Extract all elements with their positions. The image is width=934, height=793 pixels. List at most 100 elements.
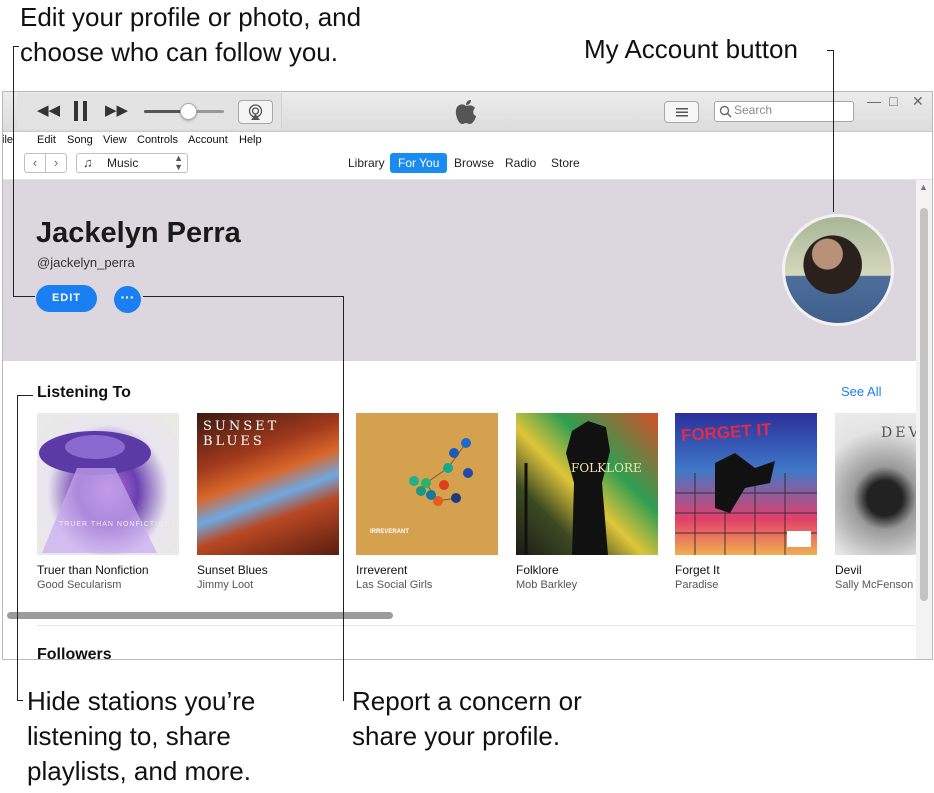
album-artist[interactable]: Las Social Girls [356, 579, 498, 591]
callout-hide-stations: Hide stations you’re listening to, share… [27, 684, 255, 789]
album-artist[interactable]: Mob Barkley [516, 579, 658, 591]
horizontal-scrollbar[interactable] [7, 612, 393, 619]
search-icon [719, 105, 732, 118]
more-options-button[interactable]: ··· [114, 286, 141, 313]
list-icon [676, 108, 688, 117]
callout-my-account: My Account button [584, 34, 798, 64]
vertical-scrollbar-thumb[interactable] [920, 208, 928, 601]
airplay-icon [248, 104, 263, 120]
profile-handle: @jackelyn_perra [37, 255, 135, 270]
section-divider [37, 625, 916, 626]
profile-header: Jackelyn Perra @jackelyn_perra EDIT ··· [3, 180, 916, 361]
followers-heading: Followers [37, 646, 112, 659]
menu-help[interactable]: Help [239, 134, 262, 146]
callout-line: playlists, and more. [27, 756, 251, 786]
back-button[interactable]: ‹ [24, 153, 46, 173]
playback-controls: ◀◀ ▶▶ [17, 93, 282, 129]
album-art-text: IRREVERANT [370, 529, 410, 535]
callout-connector [13, 46, 19, 47]
callout-connector [17, 395, 18, 701]
see-all-link[interactable]: See All [841, 384, 881, 399]
rewind-icon[interactable]: ◀◀ [37, 101, 60, 119]
callout-line: listening to, share [27, 721, 231, 751]
updown-chevron-icon: ▲ ▼ [174, 153, 183, 172]
album-art-text: FOLKLORE [571, 461, 642, 475]
album-art[interactable]: IRREVERANT [356, 413, 498, 555]
album-item[interactable]: FOLKLORE Folklore Mob Barkley [516, 413, 658, 591]
for-you-profile-page: Jackelyn Perra @jackelyn_perra EDIT ··· … [3, 180, 916, 659]
callout-line: Edit your profile or photo, and [20, 2, 362, 32]
fast-forward-icon[interactable]: ▶▶ [105, 101, 128, 119]
album-title[interactable]: Sunset Blues [197, 563, 339, 577]
pause-icon[interactable] [74, 101, 88, 126]
edit-profile-button[interactable]: EDIT [36, 285, 97, 312]
album-title[interactable]: Irreverent [356, 563, 498, 577]
callout-line: Report a concern or [352, 686, 582, 716]
callout-line: Hide stations you’re [27, 686, 256, 716]
profile-name: Jackelyn Perra [36, 217, 241, 249]
album-title[interactable]: Truer than Nonfiction [37, 563, 179, 577]
tab-browse[interactable]: Browse [446, 153, 502, 173]
menu-edit[interactable]: Edit [37, 134, 56, 146]
callout-line: choose who can follow you. [20, 37, 338, 67]
media-kind-select[interactable]: ♫ Music ▲ ▼ [76, 153, 188, 173]
album-art[interactable]: DEVIL [835, 413, 916, 555]
album-item[interactable]: SUNSET BLUES Sunset Blues Jimmy Loot [197, 413, 339, 591]
album-item[interactable]: IRREVERANT Irreverent Las Social Girls [356, 413, 498, 591]
album-art[interactable]: TRUER THAN NONFICTION [37, 413, 179, 555]
tab-library[interactable]: Library [340, 153, 393, 173]
callout-connector [143, 296, 344, 297]
album-item[interactable]: FORGET IT Forget It Paradise [675, 413, 817, 591]
callout-connector [13, 296, 35, 297]
album-item[interactable]: DEVIL Devil Sally McFenson [835, 413, 916, 591]
forward-button[interactable]: › [45, 153, 67, 173]
album-art[interactable]: FOLKLORE [516, 413, 658, 555]
maximize-icon[interactable]: □ [889, 93, 897, 109]
album-artist[interactable]: Jimmy Loot [197, 579, 339, 591]
callout-connector [833, 50, 834, 212]
close-icon[interactable]: ✕ [912, 93, 924, 110]
callout-connector [17, 700, 23, 701]
album-art[interactable]: SUNSET BLUES [197, 413, 339, 555]
music-note-icon: ♫ [83, 155, 93, 170]
menu-view[interactable]: View [103, 134, 127, 146]
album-item[interactable]: TRUER THAN NONFICTION Truer than Nonfict… [37, 413, 179, 591]
album-art-text: TRUER THAN NONFICTION [59, 521, 171, 528]
apple-logo-icon [455, 100, 476, 124]
tab-for-you[interactable]: For You [390, 153, 448, 173]
tab-store[interactable]: Store [543, 153, 588, 173]
album-title[interactable]: Forget It [675, 563, 817, 577]
album-artist[interactable]: Good Secularism [37, 579, 179, 591]
navigation-bar: ‹ › ♫ Music ▲ ▼ Library For You Browse Ra… [3, 150, 932, 180]
callout-line: share your profile. [352, 721, 561, 751]
callout-connector [17, 395, 33, 396]
volume-knob[interactable] [180, 103, 197, 120]
up-next-button[interactable] [664, 101, 699, 123]
album-art[interactable]: FORGET IT [675, 413, 817, 555]
album-artist[interactable]: Sally McFenson [835, 579, 916, 591]
menu-song[interactable]: Song [67, 134, 93, 146]
album-title[interactable]: Devil [835, 563, 916, 577]
callout-report: Report a concern or share your profile. [352, 684, 582, 754]
title-bar: ◀◀ ▶▶ Search — □ ✕ [3, 92, 932, 132]
minimize-icon[interactable]: — [867, 93, 881, 109]
callout-connector [13, 46, 14, 297]
callout-connector [827, 50, 833, 51]
my-account-avatar[interactable] [782, 214, 894, 326]
menu-controls[interactable]: Controls [137, 134, 178, 146]
menu-bar: ile Edit Song View Controls Account Help [3, 132, 932, 150]
airplay-button[interactable] [238, 100, 273, 124]
scroll-up-icon[interactable]: ▲ [919, 182, 928, 192]
tab-radio[interactable]: Radio [497, 153, 544, 173]
media-kind-label: Music [107, 156, 139, 170]
menu-file[interactable]: ile [3, 134, 13, 146]
itunes-window: ◀◀ ▶▶ Search — □ ✕ ile Edit Song View Co… [2, 91, 933, 660]
album-art-text: DEVIL [881, 425, 916, 441]
search-input[interactable] [734, 103, 846, 117]
vertical-scrollbar[interactable]: ▲ [916, 180, 932, 659]
album-title[interactable]: Folklore [516, 563, 658, 577]
menu-account[interactable]: Account [188, 134, 228, 146]
callout-connector [343, 296, 344, 701]
album-artist[interactable]: Paradise [675, 579, 817, 591]
listening-to-heading: Listening To [37, 384, 131, 401]
